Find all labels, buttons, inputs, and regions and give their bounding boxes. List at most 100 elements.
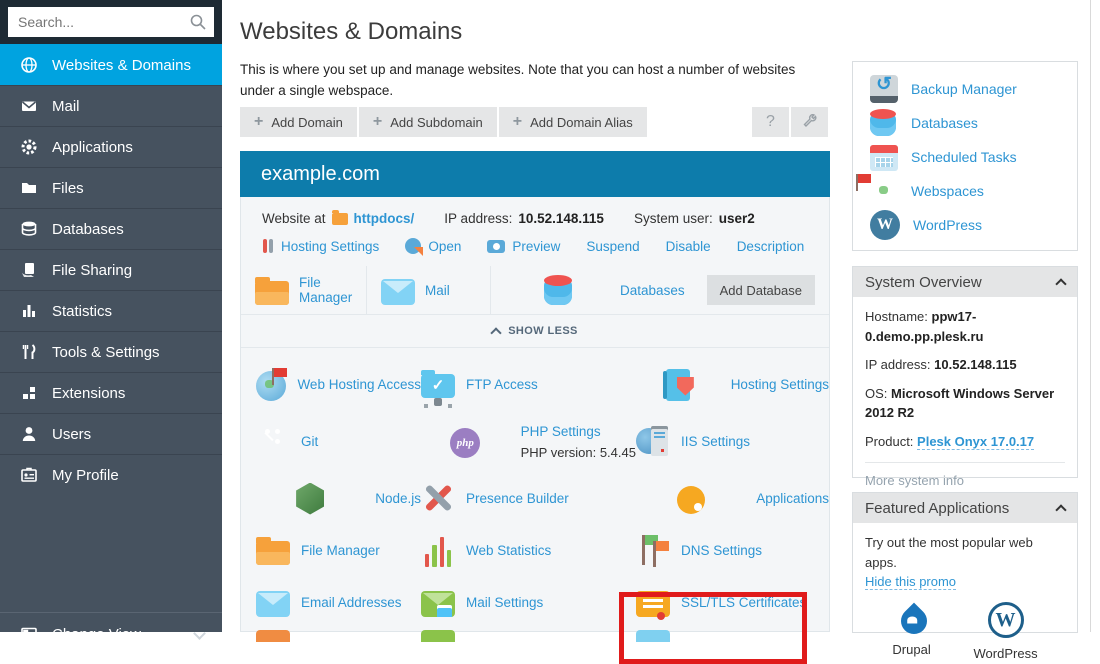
sidebar-item-label: Extensions: [52, 385, 125, 402]
hide-promo-link[interactable]: Hide this promo: [865, 574, 956, 590]
add-subdomain-button[interactable]: + Add Subdomain: [359, 107, 497, 137]
suspend-link[interactable]: Suspend: [586, 239, 639, 254]
sidebar-item-databases[interactable]: Databases: [0, 208, 222, 249]
grid-item-email-addresses[interactable]: Email Addresses: [241, 576, 421, 628]
left-sidebar: Websites & Domains Mail Applications Fil…: [0, 0, 222, 632]
extensions-icon: [20, 384, 38, 402]
add-domain-alias-button[interactable]: + Add Domain Alias: [499, 107, 647, 137]
databases-link[interactable]: Databases: [853, 106, 1077, 140]
grid-item-ftp-access[interactable]: ✓ FTP Access: [421, 358, 636, 410]
mail-settings-icon: [421, 591, 455, 617]
domain-info-row: Website at httpdocs/ IP address: 10.52.1…: [241, 197, 829, 226]
wordpress-icon: W: [988, 602, 1024, 638]
grid-item-web-hosting-access[interactable]: Web Hosting Access: [241, 358, 421, 410]
add-domain-button[interactable]: + Add Domain: [240, 107, 357, 137]
webspaces-link[interactable]: Webspaces: [853, 174, 1077, 208]
grid-item-file-manager[interactable]: File Manager: [241, 524, 421, 576]
sidebar-item-label: My Profile: [52, 467, 119, 484]
grid-item-php-settings[interactable]: php PHP Settings PHP version: 5.4.45: [421, 410, 636, 472]
ftp-access-icon: ✓: [421, 374, 455, 398]
grid-item-web-statistics[interactable]: Web Statistics: [421, 524, 636, 576]
sidebar-item-label: File Sharing: [52, 262, 132, 279]
collapse-chevron-icon: [1055, 504, 1066, 515]
system-user-value: user2: [719, 211, 755, 226]
sidebar-item-statistics[interactable]: Statistics: [0, 290, 222, 331]
more-system-info-link[interactable]: More system info: [865, 462, 1065, 491]
wordpress-link[interactable]: W WordPress: [853, 208, 1077, 242]
domain-card: example.com Website at httpdocs/ IP addr…: [240, 152, 830, 632]
dns-settings-icon: [636, 533, 670, 567]
sidebar-item-tools-settings[interactable]: Tools & Settings: [0, 331, 222, 372]
sidebar-item-extensions[interactable]: Extensions: [0, 372, 222, 413]
web-hosting-access-icon: [256, 371, 286, 401]
panel-title: System Overview: [865, 274, 982, 291]
databases-shortcut[interactable]: Databases Add Database: [491, 266, 829, 314]
sidebar-item-label: Websites & Domains: [52, 57, 191, 74]
open-link[interactable]: Open: [428, 239, 461, 254]
change-view-icon: [20, 625, 38, 643]
settings-wrench-button[interactable]: [791, 107, 828, 137]
presence-builder-icon: [421, 481, 455, 515]
mail-shortcut[interactable]: Mail: [367, 266, 491, 314]
httpdocs-link[interactable]: httpdocs/: [354, 211, 415, 226]
add-database-button[interactable]: Add Database: [707, 275, 815, 305]
plus-icon: +: [513, 114, 522, 130]
php-version-text: PHP version: 5.4.45: [521, 445, 636, 460]
disable-link[interactable]: Disable: [666, 239, 711, 254]
hosting-settings-icon: [666, 369, 690, 401]
globe-icon: [20, 56, 38, 74]
change-view-label: Change View: [52, 626, 141, 643]
sidebar-item-label: Databases: [52, 221, 124, 238]
featured-applications-header[interactable]: Featured Applications: [853, 493, 1077, 523]
preview-link[interactable]: Preview: [512, 239, 560, 254]
promo-text: Try out the most popular web apps.: [865, 533, 1065, 572]
grid-item-iis-settings[interactable]: IIS Settings: [636, 410, 829, 472]
website-at-label: Website at: [262, 211, 326, 226]
collapse-chevron-icon: [1055, 278, 1066, 289]
sidebar-search-area: [0, 0, 222, 44]
database-icon: [20, 220, 38, 238]
help-button[interactable]: ?: [752, 107, 789, 137]
sidebar-item-websites-domains[interactable]: Websites & Domains: [0, 44, 222, 85]
sidebar-item-files[interactable]: Files: [0, 167, 222, 208]
scheduled-tasks-link[interactable]: Scheduled Tasks: [853, 140, 1077, 174]
grid-item-presence-builder[interactable]: Presence Builder: [421, 472, 636, 524]
product-version-link[interactable]: Plesk Onyx 17.0.17: [917, 434, 1034, 450]
grid-item-applications[interactable]: Applications: [636, 472, 829, 524]
system-overview-header[interactable]: System Overview: [853, 267, 1077, 297]
featured-app-drupal[interactable]: Drupal: [892, 602, 930, 664]
featured-app-wordpress[interactable]: W WordPress: [974, 602, 1038, 664]
grid-item-hosting-settings[interactable]: Hosting Settings: [636, 358, 829, 410]
sidebar-item-my-profile[interactable]: My Profile: [0, 454, 222, 495]
featured-applications-panel: Featured Applications Try out the most p…: [852, 492, 1078, 633]
grid-item-mail-settings[interactable]: Mail Settings: [421, 576, 636, 628]
feature-grid: Web Hosting Access ✓ FTP Access Hosting …: [241, 348, 829, 642]
databases-icon: [544, 275, 572, 307]
sidebar-item-mail[interactable]: Mail: [0, 85, 222, 126]
grid-item-nodejs[interactable]: Node.js: [241, 472, 421, 524]
show-less-toggle[interactable]: SHOW LESS: [241, 314, 829, 348]
sidebar-item-applications[interactable]: Applications: [0, 126, 222, 167]
sidebar-item-file-sharing[interactable]: File Sharing: [0, 249, 222, 290]
description-link[interactable]: Description: [737, 239, 805, 254]
os-value: Microsoft Windows Server 2012 R2: [865, 386, 1054, 421]
plus-icon: +: [373, 114, 382, 130]
sidebar-item-label: Mail: [52, 98, 80, 115]
file-sharing-icon: [20, 261, 38, 279]
file-manager-icon: [256, 534, 290, 568]
wordpress-icon: W: [870, 210, 900, 240]
file-manager-icon: [255, 274, 289, 308]
shortcuts-panel: Backup Manager Databases Scheduled Tasks…: [852, 61, 1078, 251]
grid-item-dns-settings[interactable]: DNS Settings: [636, 524, 829, 576]
ip-label: IP address:: [444, 211, 512, 226]
search-input[interactable]: [8, 7, 214, 37]
sidebar-item-users[interactable]: Users: [0, 413, 222, 454]
file-manager-shortcut[interactable]: File Manager: [241, 266, 367, 314]
backup-manager-link[interactable]: Backup Manager: [853, 72, 1077, 106]
web-statistics-icon: [421, 535, 455, 567]
hosting-settings-link[interactable]: Hosting Settings: [281, 239, 379, 254]
sidebar-item-label: Applications: [52, 139, 133, 156]
grid-item-git[interactable]: Git: [241, 410, 421, 472]
change-view-button[interactable]: Change View: [0, 612, 222, 655]
folder-icon: [332, 213, 348, 225]
